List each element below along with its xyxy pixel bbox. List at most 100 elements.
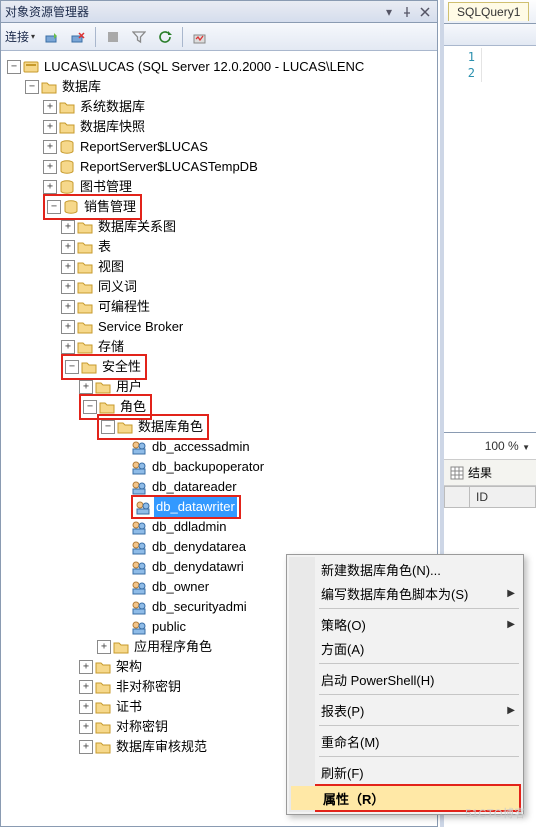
- document-tab[interactable]: SQLQuery1: [448, 2, 529, 21]
- tree-node[interactable]: +表: [3, 237, 437, 257]
- tree-node[interactable]: +数据库快照: [3, 117, 437, 137]
- collapse-icon[interactable]: −: [7, 60, 21, 74]
- refresh-icon[interactable]: [154, 26, 176, 48]
- collapse-icon[interactable]: −: [25, 80, 39, 94]
- role-icon: [131, 559, 147, 575]
- submenu-arrow-icon: ▶: [507, 705, 515, 716]
- server-node[interactable]: − LUCAS\LUCAS (SQL Server 12.0.2000 - LU…: [3, 57, 437, 77]
- line-number: 1: [444, 50, 475, 66]
- panel-title: 对象资源管理器: [5, 3, 89, 20]
- expand-icon[interactable]: +: [79, 680, 93, 694]
- ctx-powershell[interactable]: 启动 PowerShell(H): [289, 667, 521, 691]
- roles-node[interactable]: − 角色: [3, 397, 437, 417]
- ctx-script-as[interactable]: 编写数据库角色脚本为(S)▶: [289, 581, 521, 605]
- expand-icon[interactable]: +: [43, 120, 57, 134]
- ctx-facets[interactable]: 方面(A): [289, 636, 521, 660]
- menu-separator: [319, 608, 519, 609]
- database-icon: [59, 179, 75, 195]
- folder-icon: [95, 699, 111, 715]
- collapse-icon[interactable]: −: [101, 420, 115, 434]
- expand-icon[interactable]: +: [61, 280, 75, 294]
- expand-icon[interactable]: +: [43, 100, 57, 114]
- expand-icon[interactable]: +: [79, 700, 93, 714]
- sales-db-node[interactable]: − 销售管理: [3, 197, 437, 217]
- expand-icon[interactable]: +: [61, 300, 75, 314]
- role-node[interactable]: db_ddladmin: [3, 517, 437, 537]
- folder-icon: [95, 719, 111, 735]
- expand-icon[interactable]: +: [79, 740, 93, 754]
- connect-dropdown[interactable]: 连接: [5, 28, 37, 45]
- expand-icon[interactable]: +: [61, 240, 75, 254]
- ctx-refresh[interactable]: 刷新(F): [289, 760, 521, 784]
- role-node-selected[interactable]: db_datawriter: [3, 497, 437, 517]
- collapse-icon[interactable]: −: [47, 200, 61, 214]
- menu-separator: [319, 725, 519, 726]
- filter-icon[interactable]: [128, 26, 150, 48]
- stop-icon[interactable]: [102, 26, 124, 48]
- close-icon[interactable]: [417, 4, 433, 20]
- tree-node[interactable]: +用户: [3, 377, 437, 397]
- role-node[interactable]: db_backupoperator: [3, 457, 437, 477]
- expand-icon[interactable]: +: [61, 260, 75, 274]
- expand-icon[interactable]: +: [61, 340, 75, 354]
- folder-icon: [81, 359, 97, 375]
- role-node[interactable]: db_accessadmin: [3, 437, 437, 457]
- role-icon: [135, 499, 151, 515]
- dbroles-node[interactable]: − 数据库角色: [3, 417, 437, 437]
- expand-icon[interactable]: +: [43, 140, 57, 154]
- expand-icon[interactable]: +: [79, 720, 93, 734]
- ctx-reports[interactable]: 报表(P)▶: [289, 698, 521, 722]
- disconnect-icon[interactable]: [67, 26, 89, 48]
- zoom-level[interactable]: 100 % ▼: [444, 433, 536, 459]
- ctx-rename[interactable]: 重命名(M): [289, 729, 521, 753]
- tree-node[interactable]: +可编程性: [3, 297, 437, 317]
- role-icon: [131, 519, 147, 535]
- folder-icon: [95, 679, 111, 695]
- folder-icon: [77, 219, 93, 235]
- folder-icon: [113, 639, 129, 655]
- connect-icon[interactable]: [41, 26, 63, 48]
- role-node[interactable]: db_datareader: [3, 477, 437, 497]
- folder-icon: [95, 659, 111, 675]
- tree-node[interactable]: +数据库关系图: [3, 217, 437, 237]
- databases-node[interactable]: − 数据库: [3, 77, 437, 97]
- folder-icon: [95, 379, 111, 395]
- tree-node[interactable]: +同义词: [3, 277, 437, 297]
- menu-separator: [319, 694, 519, 695]
- expand-icon[interactable]: +: [79, 660, 93, 674]
- grid-column-header[interactable]: ID: [470, 486, 536, 508]
- expand-icon[interactable]: +: [61, 320, 75, 334]
- results-grid-header: ID: [444, 486, 536, 508]
- watermark: 51CTO博客: [465, 805, 526, 821]
- tree-node[interactable]: +ReportServer$LUCASTempDB: [3, 157, 437, 177]
- collapse-icon[interactable]: −: [83, 400, 97, 414]
- expand-icon[interactable]: +: [79, 380, 93, 394]
- tree-node[interactable]: +ReportServer$LUCAS: [3, 137, 437, 157]
- expand-icon[interactable]: +: [61, 220, 75, 234]
- security-node[interactable]: − 安全性: [3, 357, 437, 377]
- results-tab[interactable]: 结果: [444, 459, 536, 486]
- tree-node[interactable]: +系统数据库: [3, 97, 437, 117]
- server-icon: [23, 59, 39, 75]
- folder-icon: [77, 319, 93, 335]
- activity-monitor-icon[interactable]: [189, 26, 211, 48]
- grid-icon: [450, 466, 464, 480]
- ctx-policies[interactable]: 策略(O)▶: [289, 612, 521, 636]
- collapse-icon[interactable]: −: [65, 360, 79, 374]
- line-number-gutter: 1 2: [444, 48, 482, 82]
- document-tab-bar: SQLQuery1: [444, 0, 536, 24]
- expand-icon[interactable]: +: [43, 180, 57, 194]
- folder-icon: [95, 739, 111, 755]
- menu-separator: [319, 663, 519, 664]
- role-icon: [131, 579, 147, 595]
- ctx-new-role[interactable]: 新建数据库角色(N)...: [289, 557, 521, 581]
- expand-icon[interactable]: +: [97, 640, 111, 654]
- submenu-arrow-icon: ▶: [507, 588, 515, 599]
- pin-icon[interactable]: [399, 4, 415, 20]
- dropdown-icon[interactable]: ▾: [381, 4, 397, 20]
- tree-node[interactable]: +视图: [3, 257, 437, 277]
- role-icon: [131, 439, 147, 455]
- expand-icon[interactable]: +: [43, 160, 57, 174]
- role-icon: [131, 539, 147, 555]
- tree-node[interactable]: +Service Broker: [3, 317, 437, 337]
